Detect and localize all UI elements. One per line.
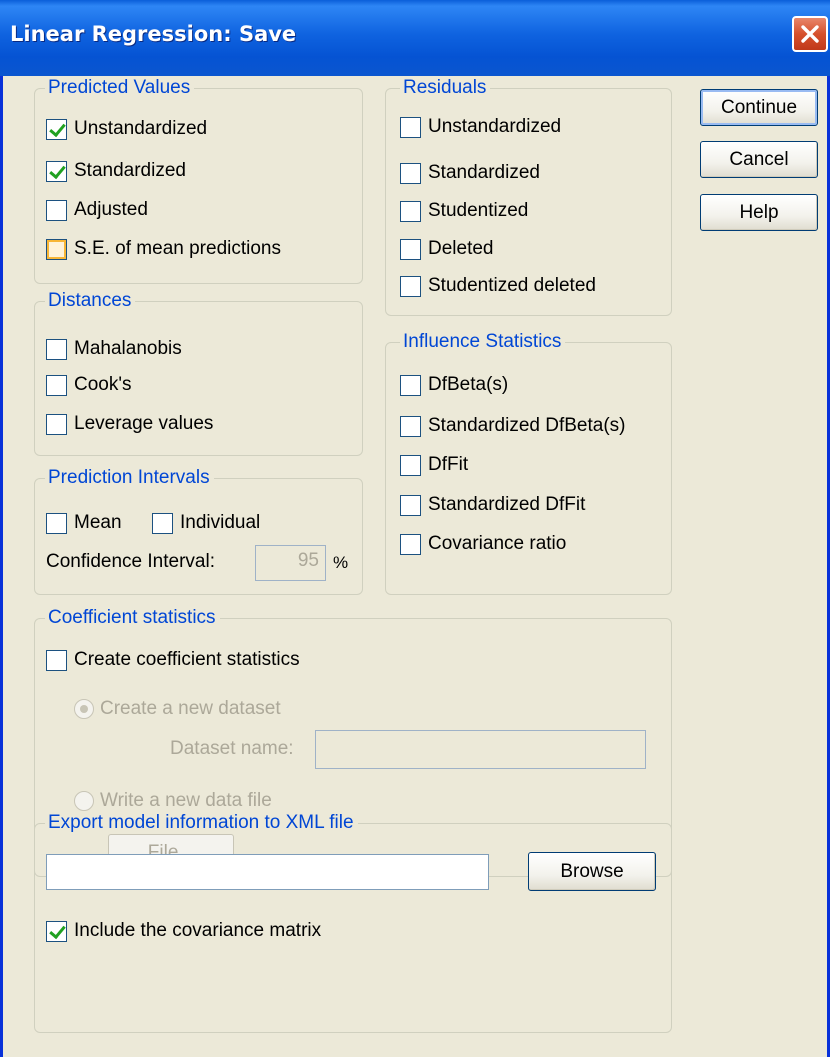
influence-dfbeta-option[interactable]: DfBeta(s): [400, 374, 508, 396]
predicted-adjusted-checkbox[interactable]: [46, 199, 67, 221]
influence-std-dfbeta-option[interactable]: Standardized DfBeta(s): [400, 415, 626, 437]
distances-cooks-label: Cook's: [74, 374, 132, 395]
interval-individual-checkbox[interactable]: [152, 512, 173, 534]
new-file-label: Write a new data file: [100, 790, 272, 811]
close-icon: [801, 25, 819, 43]
predicted-adjusted-option[interactable]: Adjusted: [46, 199, 148, 221]
distances-mahalanobis-option[interactable]: Mahalanobis: [46, 338, 182, 360]
influence-dffit-label: DfFit: [428, 454, 469, 475]
predicted-unstandardized-checkbox[interactable]: [46, 118, 67, 140]
confidence-interval-value: 95: [297, 550, 319, 571]
residuals-deleted-checkbox[interactable]: [400, 238, 421, 260]
export-legend: Export model information to XML file: [45, 812, 358, 834]
residuals-unstandardized-label: Unstandardized: [428, 116, 562, 137]
coefficient-statistics-legend: Coefficient statistics: [45, 607, 220, 629]
distances-cooks-checkbox[interactable]: [46, 374, 67, 396]
distances-leverage-checkbox[interactable]: [46, 413, 67, 435]
influence-dfbeta-label: DfBeta(s): [428, 374, 509, 395]
include-covariance-label: Include the covariance matrix: [74, 920, 322, 941]
influence-std-dffit-label: Standardized DfFit: [428, 494, 586, 515]
distances-mahalanobis-checkbox[interactable]: [46, 338, 67, 360]
influence-covariance-option[interactable]: Covariance ratio: [400, 533, 566, 555]
interval-individual-option[interactable]: Individual: [152, 512, 260, 534]
include-covariance-checkbox[interactable]: [46, 920, 67, 942]
influence-std-dffit-checkbox[interactable]: [400, 494, 421, 516]
residuals-deleted-option[interactable]: Deleted: [400, 238, 494, 260]
predicted-standardized-option[interactable]: Standardized: [46, 160, 186, 182]
new-file-option[interactable]: Write a new data file: [74, 790, 272, 812]
residuals-unstandardized-checkbox[interactable]: [400, 116, 421, 138]
browse-button[interactable]: Browse: [528, 852, 656, 891]
predicted-values-legend: Predicted Values: [45, 77, 195, 99]
residuals-studentized-checkbox[interactable]: [400, 200, 421, 222]
confidence-interval-input[interactable]: 95: [255, 545, 326, 581]
interval-mean-option[interactable]: Mean: [46, 512, 122, 534]
residuals-unstandardized-option[interactable]: Unstandardized: [400, 116, 561, 138]
influence-dffit-option[interactable]: DfFit: [400, 454, 468, 476]
xml-path-input[interactable]: [46, 854, 489, 890]
influence-dffit-checkbox[interactable]: [400, 454, 421, 476]
create-coefficient-label: Create coefficient statistics: [74, 649, 300, 670]
predicted-se-option[interactable]: S.E. of mean predictions: [46, 238, 281, 260]
distances-cooks-option[interactable]: Cook's: [46, 374, 131, 396]
predicted-adjusted-label: Adjusted: [74, 199, 148, 220]
window-title: Linear Regression: Save: [10, 22, 297, 46]
prediction-intervals-legend: Prediction Intervals: [45, 467, 214, 489]
residuals-studentized-deleted-checkbox[interactable]: [400, 275, 421, 297]
predicted-standardized-label: Standardized: [74, 160, 186, 181]
residuals-standardized-label: Standardized: [428, 162, 540, 183]
predicted-se-label: S.E. of mean predictions: [74, 238, 281, 259]
influence-dfbeta-checkbox[interactable]: [400, 374, 421, 396]
predicted-unstandardized-label: Unstandardized: [74, 118, 208, 139]
residuals-standardized-checkbox[interactable]: [400, 162, 421, 184]
influence-statistics-legend: Influence Statistics: [400, 331, 566, 353]
interval-individual-label: Individual: [180, 512, 261, 533]
residuals-studentized-option[interactable]: Studentized: [400, 200, 528, 222]
new-dataset-option[interactable]: Create a new dataset: [74, 698, 281, 720]
help-button[interactable]: Help: [700, 194, 818, 231]
predicted-se-checkbox[interactable]: [46, 238, 67, 260]
residuals-legend: Residuals: [400, 77, 491, 99]
distances-mahalanobis-label: Mahalanobis: [74, 338, 182, 359]
confidence-interval-label: Confidence Interval:: [46, 551, 215, 572]
influence-covariance-label: Covariance ratio: [428, 533, 567, 554]
dataset-name-label: Dataset name:: [170, 738, 294, 759]
predicted-standardized-checkbox[interactable]: [46, 160, 67, 182]
include-covariance-option[interactable]: Include the covariance matrix: [46, 920, 321, 942]
residuals-studentized-deleted-option[interactable]: Studentized deleted: [400, 275, 596, 297]
new-dataset-radio[interactable]: [74, 699, 94, 719]
influence-covariance-checkbox[interactable]: [400, 533, 421, 555]
create-coefficient-checkbox[interactable]: [46, 649, 67, 671]
distances-leverage-option[interactable]: Leverage values: [46, 413, 213, 435]
title-bar: Linear Regression: Save: [0, 0, 830, 77]
residuals-deleted-label: Deleted: [428, 238, 494, 259]
new-file-radio[interactable]: [74, 791, 94, 811]
confidence-interval-unit: %: [333, 553, 349, 572]
interval-mean-label: Mean: [74, 512, 122, 533]
close-button[interactable]: [792, 16, 828, 52]
distances-leverage-label: Leverage values: [74, 413, 214, 434]
interval-mean-checkbox[interactable]: [46, 512, 67, 534]
influence-std-dffit-option[interactable]: Standardized DfFit: [400, 494, 585, 516]
cancel-button[interactable]: Cancel: [700, 141, 818, 178]
residuals-standardized-option[interactable]: Standardized: [400, 162, 540, 184]
residuals-studentized-deleted-label: Studentized deleted: [428, 275, 596, 296]
continue-button[interactable]: Continue: [700, 89, 818, 126]
distances-legend: Distances: [45, 290, 136, 312]
influence-std-dfbeta-label: Standardized DfBeta(s): [428, 415, 626, 436]
new-dataset-label: Create a new dataset: [100, 698, 281, 719]
influence-std-dfbeta-checkbox[interactable]: [400, 415, 421, 437]
dataset-name-input[interactable]: [315, 730, 646, 769]
create-coefficient-option[interactable]: Create coefficient statistics: [46, 649, 300, 671]
predicted-unstandardized-option[interactable]: Unstandardized: [46, 118, 207, 140]
residuals-studentized-label: Studentized: [428, 200, 529, 221]
